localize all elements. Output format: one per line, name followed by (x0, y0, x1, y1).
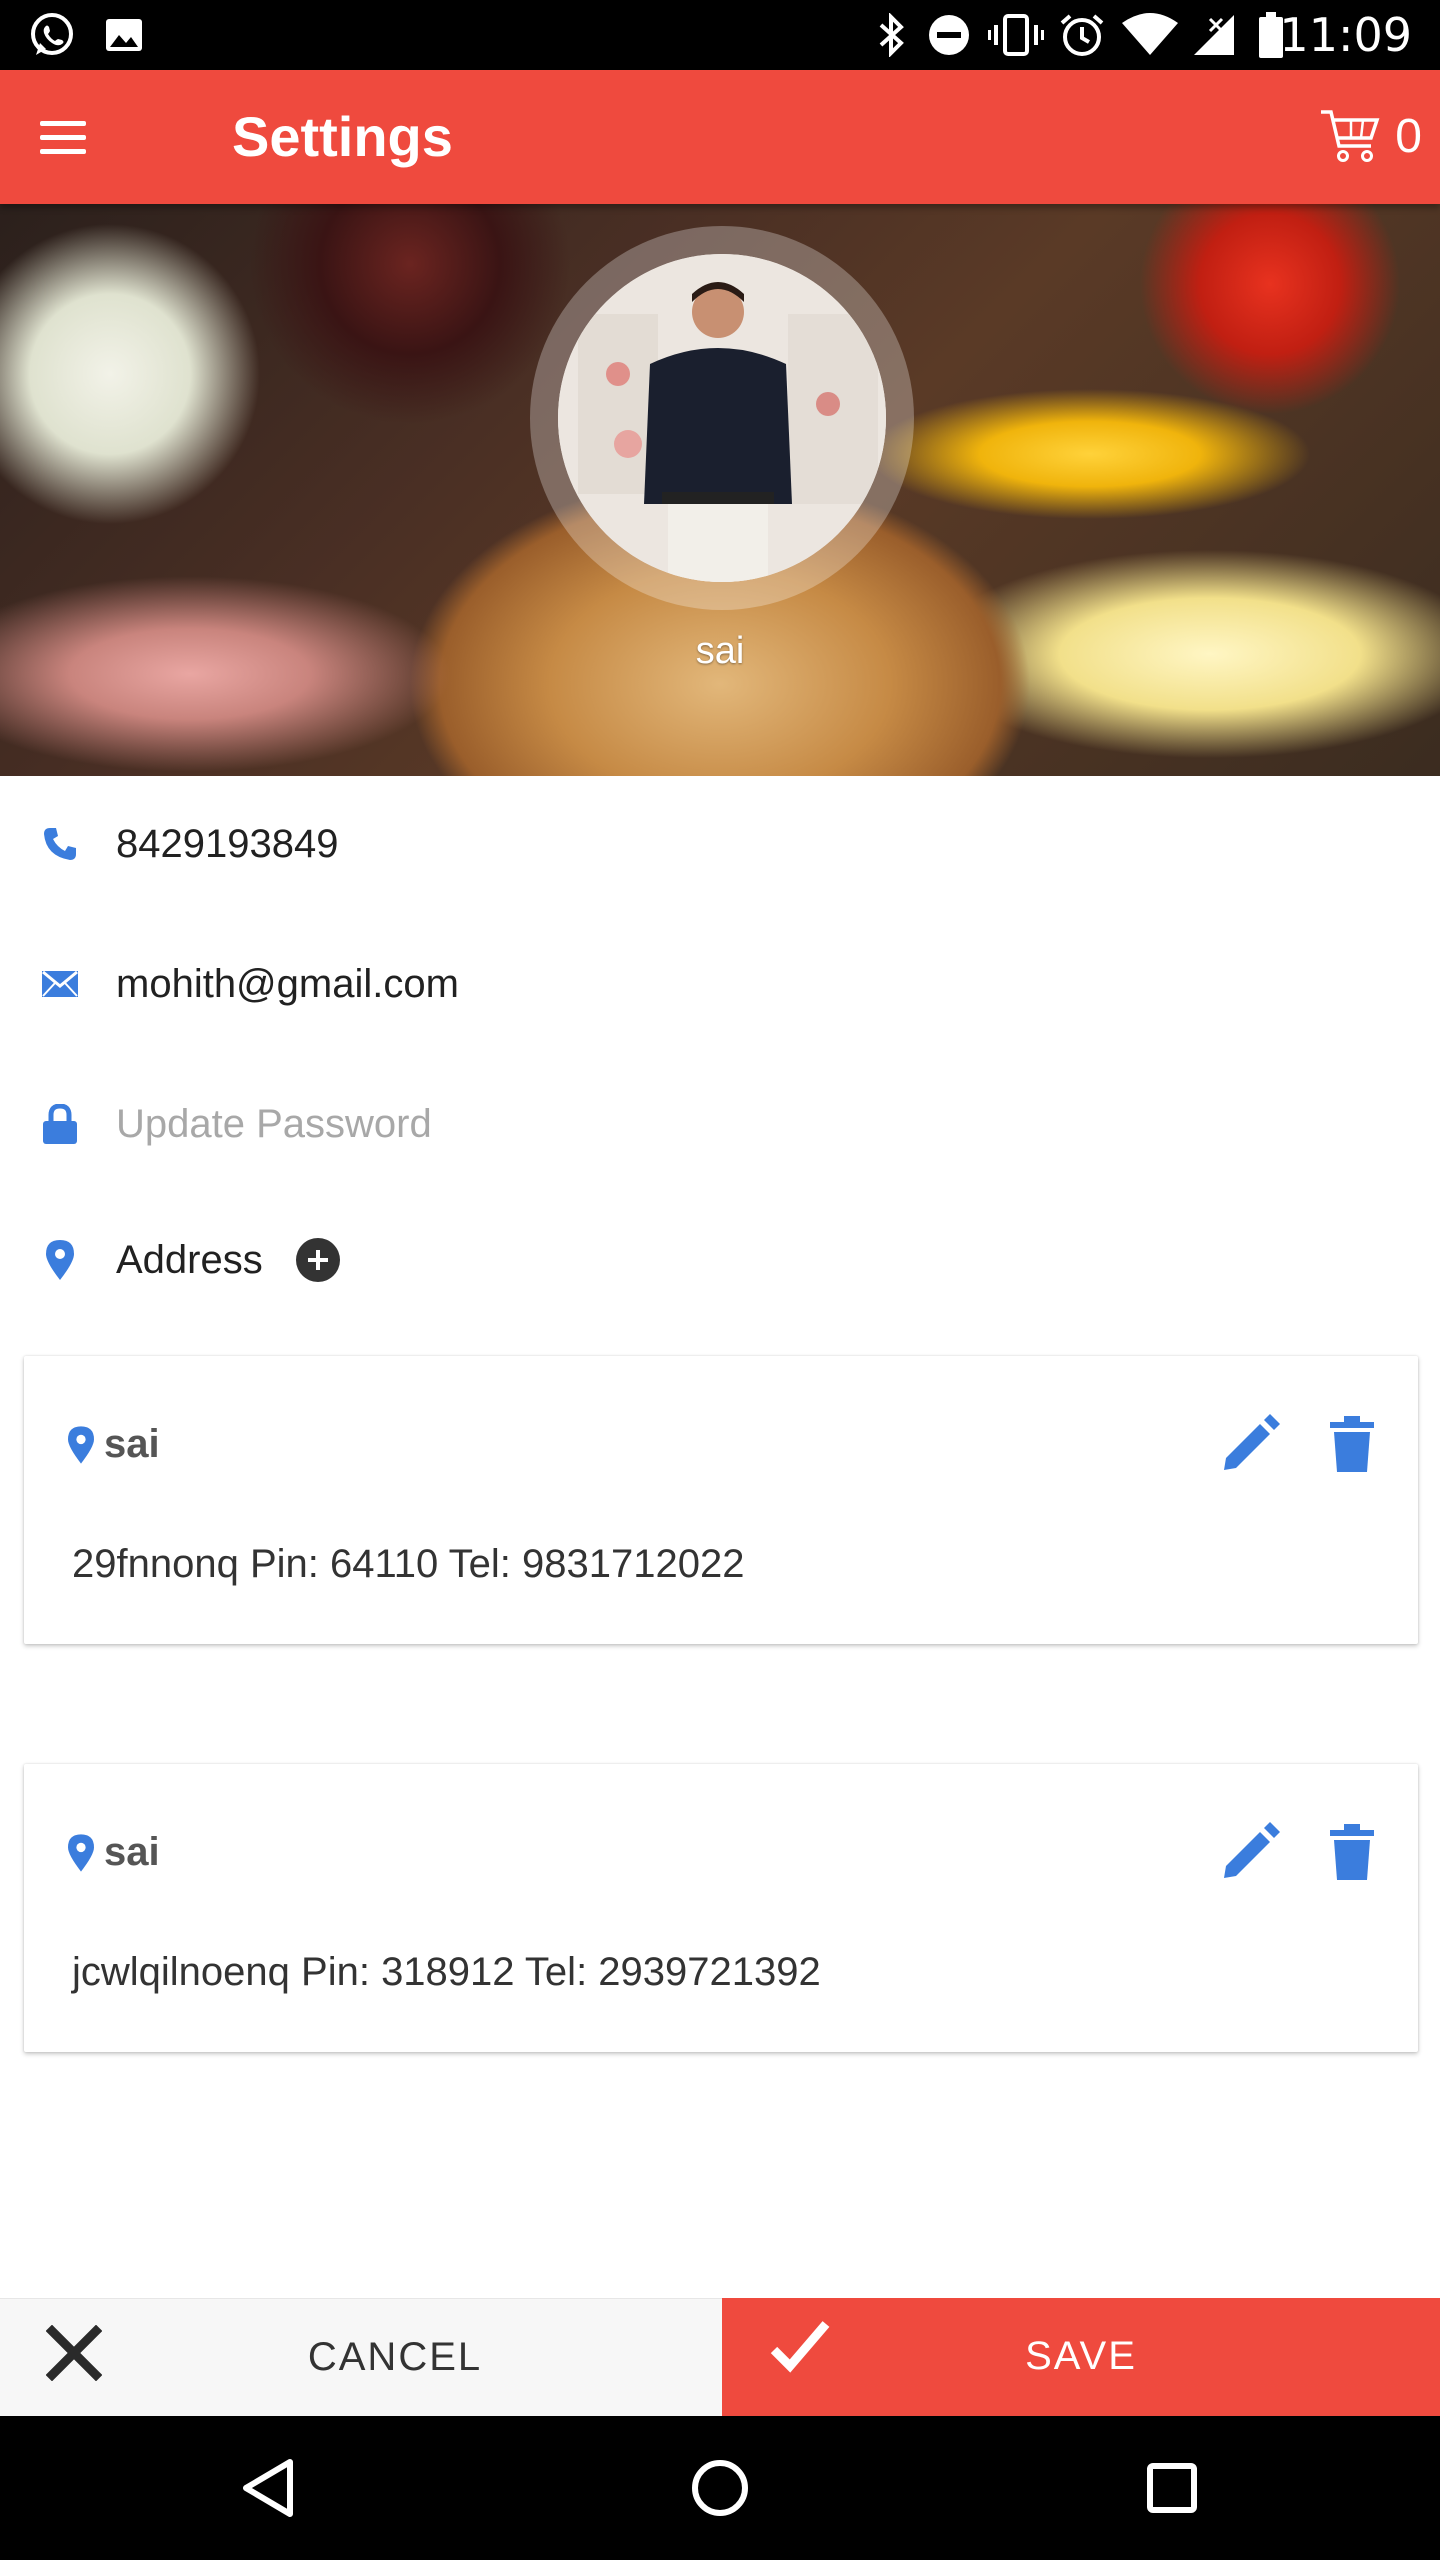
profile-header-banner: sai (0, 204, 1440, 776)
cart-icon (1321, 110, 1380, 162)
address-detail: 29fnnonq Pin: 64110 Tel: 9831712022 (72, 1542, 745, 1586)
delete-address-button[interactable] (1330, 1824, 1374, 1880)
password-row[interactable]: Update Password (0, 1074, 1440, 1174)
plus-icon (308, 1250, 328, 1270)
phone-number: 8429193849 (116, 821, 339, 866)
location-pin-icon (68, 1834, 94, 1872)
page-title: Settings (232, 105, 453, 168)
wifi-icon (1122, 12, 1178, 58)
address-name: sai (104, 1422, 160, 1466)
hamburger-icon-line (40, 148, 86, 154)
location-pin-icon (38, 1238, 82, 1282)
hamburger-icon (40, 120, 86, 126)
bluetooth-icon (874, 12, 910, 58)
whatsapp-icon (26, 12, 78, 58)
app-bar: Settings 0 (0, 70, 1440, 204)
do-not-disturb-icon (926, 12, 972, 58)
save-label: SAVE (1025, 2334, 1137, 2378)
phone-row[interactable]: 8429193849 (0, 794, 1440, 894)
back-button[interactable] (232, 2452, 304, 2524)
cancel-button[interactable]: CANCEL (0, 2298, 722, 2416)
address-name: sai (104, 1830, 160, 1874)
cart-button[interactable]: 0 (1319, 100, 1422, 172)
location-pin-icon (68, 1426, 94, 1464)
hamburger-icon-line (40, 134, 86, 140)
cart-count: 0 (1395, 109, 1422, 163)
address-detail: jcwlqilnoenq Pin: 318912 Tel: 2939721392 (72, 1950, 821, 1994)
home-button[interactable] (684, 2452, 756, 2524)
email-row[interactable]: mohith@gmail.com (0, 934, 1440, 1034)
recents-button[interactable] (1136, 2452, 1208, 2524)
address-label: Address (116, 1237, 263, 1282)
email-icon (38, 962, 82, 1006)
lock-icon (38, 1102, 82, 1146)
alarm-icon (1058, 12, 1106, 58)
recents-square-icon (1147, 2463, 1197, 2513)
avatar-photo (558, 254, 886, 582)
pencil-icon (1224, 1822, 1280, 1878)
status-time: 11:09 (1279, 8, 1412, 62)
pencil-icon (1224, 1414, 1280, 1470)
status-bar: 11:09 (0, 0, 1440, 70)
profile-name: sai (695, 630, 745, 672)
back-triangle-icon (243, 2459, 293, 2517)
menu-button[interactable] (40, 70, 100, 204)
address-card: sai jcwlqilnoenq Pin: 318912 Tel: 293972… (24, 1764, 1418, 2052)
trash-icon (1330, 1416, 1374, 1472)
add-address-button[interactable] (296, 1238, 340, 1282)
cancel-label: CANCEL (307, 2335, 483, 2379)
edit-address-button[interactable] (1220, 1822, 1280, 1882)
trash-icon (1330, 1824, 1374, 1880)
update-password-field[interactable]: Update Password (116, 1102, 432, 1147)
avatar[interactable] (558, 254, 886, 582)
phone-icon (38, 822, 82, 866)
vibrate-icon (988, 12, 1044, 58)
cell-signal-icon (1192, 12, 1236, 58)
address-header-row: Address (0, 1210, 1440, 1310)
delete-address-button[interactable] (1330, 1416, 1374, 1472)
avatar-ring (530, 226, 914, 610)
save-button[interactable]: SAVE (722, 2298, 1440, 2416)
address-card: sai 29fnnonq Pin: 64110 Tel: 9831712022 (24, 1356, 1418, 1644)
home-circle-icon (692, 2460, 748, 2516)
edit-address-button[interactable] (1220, 1414, 1280, 1474)
email-value: mohith@gmail.com (116, 961, 459, 1006)
image-icon (102, 12, 146, 58)
system-navigation-bar (0, 2416, 1440, 2560)
